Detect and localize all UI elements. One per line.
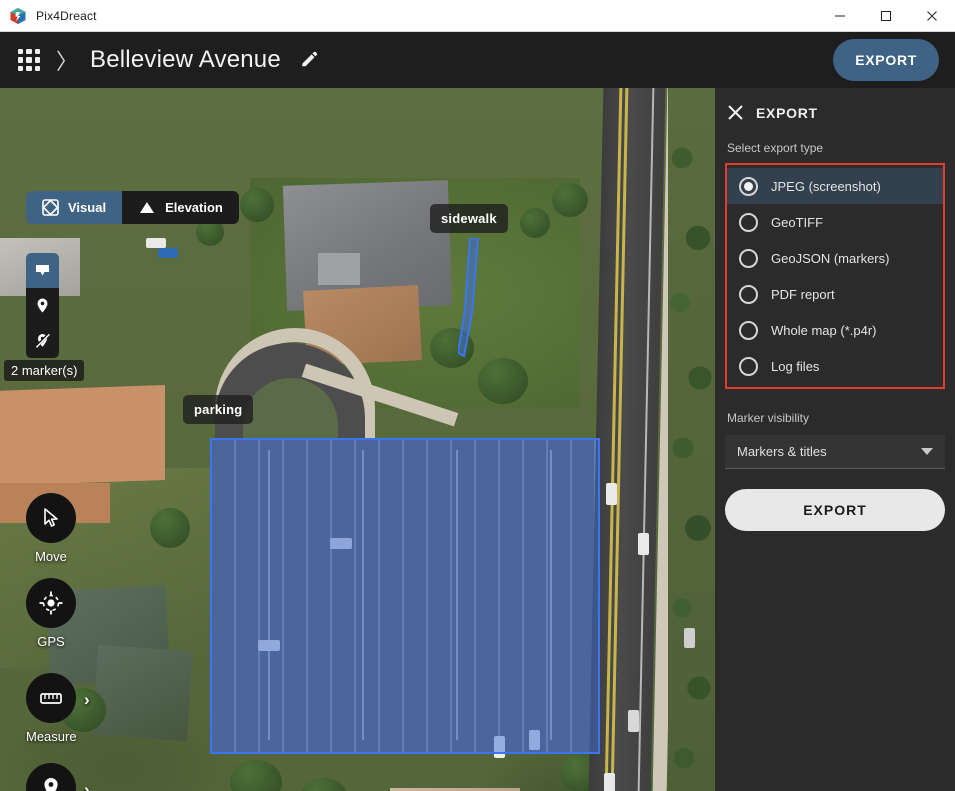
marker-visibility-select[interactable]: Markers & titles — [725, 435, 945, 469]
map-label-parking[interactable]: parking — [183, 395, 254, 424]
export-option-label: Whole map (*.p4r) — [771, 322, 877, 338]
tool-measure[interactable]: › Measure — [26, 673, 90, 744]
export-panel: EXPORT Select export type JPEG (screensh… — [715, 88, 955, 791]
tab-visual-label: Visual — [68, 200, 107, 215]
tab-elevation-label: Elevation — [165, 200, 223, 215]
export-option-jpeg[interactable]: JPEG (screenshot) — [727, 168, 943, 204]
close-icon[interactable] — [727, 104, 744, 121]
export-option-label: GeoTIFF — [771, 214, 824, 230]
export-option-label: JPEG (screenshot) — [771, 178, 881, 194]
cursor-arrow-icon — [40, 507, 62, 529]
marker-display-stack — [26, 253, 59, 358]
export-option-geojson[interactable]: GeoJSON (markers) — [727, 240, 943, 276]
minimize-icon[interactable] — [817, 0, 863, 31]
annotation-bubble-icon[interactable] — [26, 253, 59, 288]
map-marker-pin-icon — [39, 776, 63, 791]
ruler-icon — [38, 687, 64, 709]
marker-visibility-value: Markers & titles — [737, 444, 827, 459]
app-header: 〉 Belleview Avenue EXPORT — [0, 32, 955, 88]
marker-count-label: 2 marker(s) — [4, 360, 85, 381]
tool-gps-label: GPS — [37, 634, 65, 649]
pix4d-cube-logo-icon — [9, 7, 27, 25]
close-icon[interactable] — [909, 0, 955, 31]
chevron-down-icon — [921, 448, 933, 455]
export-type-label: Select export type — [727, 141, 824, 155]
grid-menu-icon[interactable] — [16, 47, 42, 73]
export-option-geotiff[interactable]: GeoTIFF — [727, 204, 943, 240]
export-type-radio-group: JPEG (screenshot) GeoTIFF GeoJSON (marke… — [725, 163, 945, 389]
visual-layers-icon — [42, 199, 59, 216]
export-option-label: PDF report — [771, 286, 835, 302]
radio-icon — [739, 248, 758, 268]
pencil-edit-icon[interactable] — [299, 51, 318, 70]
elevation-mountain-icon — [138, 199, 156, 216]
radio-icon — [739, 320, 758, 340]
tool-move-button[interactable] — [26, 493, 76, 543]
tool-marker-expand-chevron-icon[interactable]: › — [84, 780, 90, 791]
map-view-tabs: Visual Elevation — [26, 191, 239, 224]
export-option-log-files[interactable]: Log files — [727, 348, 943, 384]
application-window: Pix4Dreact 〉 Belleview Avenue EXPORT sid… — [0, 0, 955, 791]
radio-icon — [739, 212, 758, 232]
export-panel-header: EXPORT — [727, 104, 945, 121]
header-export-button[interactable]: EXPORT — [833, 39, 939, 81]
tool-move-label: Move — [35, 549, 67, 564]
tool-measure-button[interactable] — [26, 673, 76, 723]
tab-visual[interactable]: Visual — [26, 191, 123, 224]
radio-icon — [739, 284, 758, 304]
export-option-whole-map[interactable]: Whole map (*.p4r) — [727, 312, 943, 348]
radio-icon — [739, 356, 758, 376]
app-body: sidewalk parking Visual Elevation 2 mark… — [0, 88, 955, 791]
tool-marker-button[interactable] — [26, 763, 76, 791]
tool-measure-label: Measure — [26, 729, 77, 744]
gps-crosshair-icon — [38, 590, 64, 616]
breadcrumb-separator: 〉 — [56, 49, 79, 74]
pin-off-icon[interactable] — [26, 323, 59, 358]
tool-gps-button[interactable] — [26, 578, 76, 628]
tool-measure-expand-chevron-icon[interactable]: › — [84, 690, 90, 710]
marker-visibility-label: Marker visibility — [727, 411, 810, 425]
page-title: Belleview Avenue — [90, 46, 281, 73]
export-option-label: Log files — [771, 358, 820, 374]
map-canvas[interactable]: sidewalk parking Visual Elevation 2 mark… — [0, 88, 715, 791]
title-bar: Pix4Dreact — [0, 0, 955, 32]
marker-polygon-parking[interactable] — [210, 438, 600, 754]
export-option-pdf-report[interactable]: PDF report — [727, 276, 943, 312]
marker-polygon-sidewalk[interactable] — [458, 238, 480, 358]
export-panel-title: EXPORT — [756, 104, 818, 121]
tool-move[interactable]: Move — [26, 493, 76, 564]
export-option-label: GeoJSON (markers) — [771, 250, 890, 266]
maximize-icon[interactable] — [863, 0, 909, 31]
window-title: Pix4Dreact — [36, 8, 97, 23]
tab-elevation[interactable]: Elevation — [122, 191, 239, 224]
tool-gps[interactable]: GPS — [26, 578, 76, 649]
map-label-sidewalk[interactable]: sidewalk — [430, 204, 508, 233]
tool-marker[interactable]: › — [26, 763, 90, 791]
location-pin-icon[interactable] — [26, 288, 59, 323]
radio-icon — [739, 176, 758, 196]
export-button[interactable]: EXPORT — [725, 489, 945, 531]
